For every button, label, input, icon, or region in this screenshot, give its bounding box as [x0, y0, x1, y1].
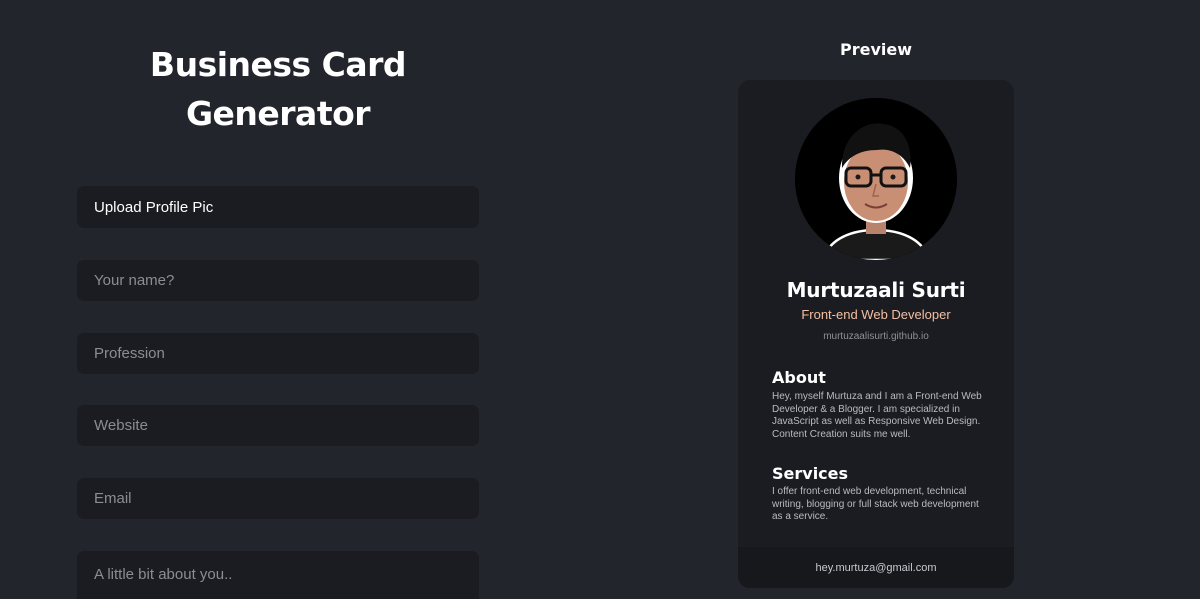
website-input[interactable]: [77, 405, 479, 446]
business-card-preview: Murtuzaali Surti Front-end Web Developer…: [738, 80, 1014, 588]
profile-photo-icon: [795, 98, 957, 260]
about-textarea[interactable]: [77, 551, 479, 599]
name-input[interactable]: [77, 260, 479, 301]
preview-title: Preview: [839, 40, 912, 59]
upload-profile-pic-button[interactable]: Upload Profile Pic: [77, 186, 479, 228]
profession-input[interactable]: [77, 333, 479, 374]
about-text: Hey, myself Murtuza and I am a Front-end…: [772, 391, 982, 440]
services-heading: Services: [772, 464, 849, 483]
upload-profile-pic-label: Upload Profile Pic: [94, 198, 214, 216]
avatar: [795, 98, 957, 260]
page-title: Business Card Generator: [149, 45, 407, 133]
services-text: I offer front-end web development, techn…: [772, 486, 979, 522]
card-website-link[interactable]: murtuzaalisurti.github.io: [738, 331, 1014, 342]
email-input[interactable]: [77, 478, 479, 519]
about-heading: About: [772, 368, 826, 387]
card-email-link[interactable]: hey.murtuza@gmail.com: [816, 562, 937, 574]
business-card-generator-page: Business Card Generator Upload Profile P…: [0, 0, 1200, 599]
card-name: Murtuzaali Surti: [786, 278, 966, 302]
card-footer: hey.murtuza@gmail.com: [738, 547, 1014, 588]
card-profession: Front-end Web Developer: [801, 307, 951, 322]
